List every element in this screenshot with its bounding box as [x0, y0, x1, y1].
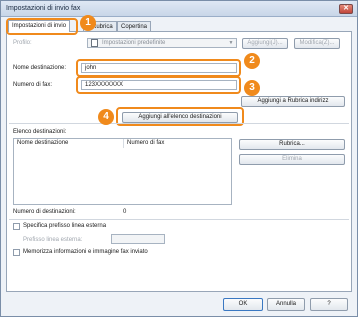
- remove-button[interactable]: Elimina: [239, 154, 345, 165]
- window-title: Impostazioni di invio fax: [6, 5, 81, 12]
- destination-name-label: Nome destinazione:: [13, 65, 67, 71]
- outside-line-prefix-input[interactable]: [111, 234, 165, 244]
- destination-count-label: Numero di destinazioni:: [13, 209, 76, 215]
- close-button[interactable]: ✕: [339, 4, 353, 14]
- title-bar: Impostazioni di invio fax ✕: [1, 1, 357, 17]
- outside-line-checkbox-label: Specifica prefisso linea esterna: [23, 223, 107, 229]
- callout-badge-3: 3: [244, 80, 260, 96]
- address-book-button[interactable]: Rubrica...: [239, 139, 345, 150]
- callout-highlight-2: [76, 59, 241, 77]
- store-sent-fax-checkbox[interactable]: [13, 249, 20, 256]
- help-button[interactable]: ?: [310, 298, 348, 311]
- destination-list[interactable]: Nome destinazione Numero di fax: [13, 138, 232, 205]
- callout-highlight-3: [76, 76, 241, 94]
- tab-send-settings[interactable]: Impostazioni di invio: [8, 20, 71, 32]
- profile-modify-button[interactable]: Modifica(Z)...: [294, 38, 340, 49]
- fax-settings-window: Impostazioni di invio fax ✕ Impostazioni…: [0, 0, 358, 317]
- divider: [9, 219, 349, 220]
- callout-badge-1: 1: [80, 15, 96, 31]
- add-to-address-book-button[interactable]: Aggiungi a Rubrica indirizz: [241, 96, 345, 107]
- destination-count-value: 0: [123, 209, 127, 215]
- chevron-down-icon: ▼: [228, 40, 234, 46]
- outside-line-checkbox[interactable]: [13, 223, 20, 230]
- column-header-fax[interactable]: Numero di fax: [124, 139, 232, 148]
- column-header-name[interactable]: Nome destinazione: [14, 139, 124, 148]
- ok-button[interactable]: OK: [223, 298, 263, 311]
- profile-add-button[interactable]: Aggiungi(J)...: [242, 38, 288, 49]
- destination-list-label: Elenco destinazioni:: [13, 129, 67, 135]
- callout-badge-4: 4: [98, 109, 114, 125]
- store-sent-fax-checkbox-label: Memorizza informazioni e immagine fax in…: [23, 249, 148, 255]
- callout-badge-2: 2: [244, 53, 260, 69]
- profile-select[interactable]: Impostazioni predefinite ▼: [87, 38, 237, 48]
- outside-line-prefix-label: Prefisso linea esterna:: [23, 237, 83, 243]
- cancel-button[interactable]: Annulla: [267, 298, 305, 311]
- document-icon: [91, 39, 98, 47]
- fax-number-label: Numero di fax:: [13, 82, 53, 88]
- profile-value: Impostazioni predefinite: [102, 40, 166, 46]
- divider: [9, 123, 349, 124]
- profile-label: Profilo:: [13, 40, 32, 46]
